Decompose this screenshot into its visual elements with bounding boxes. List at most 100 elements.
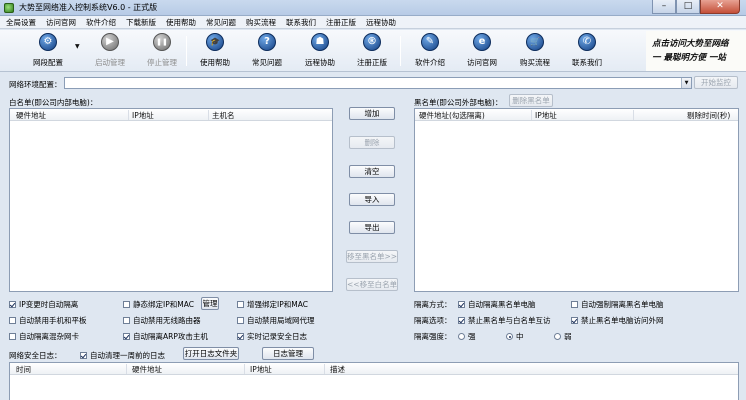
banner-line-1: 点击访问大势至网络 [652, 39, 729, 49]
menu-visit-website[interactable]: 访问官网 [46, 17, 76, 28]
app-logo-icon [4, 2, 14, 13]
disable-wifi-router-checkbox[interactable]: 自动禁用无线路由器 [123, 315, 201, 326]
visit-website-label: 访问官网 [467, 58, 497, 67]
strength-medium-radio[interactable]: 中 [506, 331, 524, 342]
menu-download-new[interactable]: 下载新版 [126, 17, 156, 28]
move-to-blacklist-button[interactable]: 移至黑名单>> [346, 250, 398, 263]
chevron-down-icon[interactable]: ▼ [681, 78, 691, 88]
col-description[interactable]: 描述 [330, 364, 345, 375]
isolate-multi-nic-checkbox[interactable]: 自动隔离混杂网卡 [9, 331, 79, 342]
blacklist-label: 黑名单(即公司外部电脑)： [414, 98, 503, 107]
delete-button[interactable]: 删除 [349, 136, 395, 149]
option-label: 自动隔离ARP攻击主机 [133, 332, 208, 341]
col-hostname[interactable]: 主机名 [212, 110, 235, 121]
col-mac[interactable]: 硬件地址 [16, 110, 46, 121]
menu-contact[interactable]: 联系我们 [286, 17, 316, 28]
menu-purchase[interactable]: 购买流程 [246, 17, 276, 28]
software-intro-button[interactable]: ✎ 软件介绍 [404, 33, 456, 68]
contact-icon: ✆ [578, 33, 596, 51]
contact-button[interactable]: ✆ 联系我们 [561, 33, 613, 68]
isolate-arp-checkbox[interactable]: 自动隔离ARP攻击主机 [123, 331, 208, 342]
strength-strong-radio[interactable]: 强 [458, 331, 476, 342]
export-button[interactable]: 导出 [349, 221, 395, 234]
visit-website-button[interactable]: e 访问官网 [456, 33, 508, 68]
remote-assist-button[interactable]: ☗ 远程协助 [294, 33, 346, 68]
purchase-label: 购买流程 [520, 58, 550, 67]
close-button[interactable]: ✕ [700, 0, 740, 14]
manage-binding-button[interactable]: 管理 [201, 297, 219, 310]
start-management-button[interactable]: ▶ 启动管理 [84, 33, 136, 68]
network-env-select[interactable]: ▼ [64, 77, 692, 89]
static-bind-checkbox[interactable]: 静态绑定IP和MAC [123, 299, 194, 310]
ip-change-isolate-checkbox[interactable]: IP变更时自动隔离 [9, 299, 78, 310]
menu-software-intro[interactable]: 软件介绍 [86, 17, 116, 28]
maximize-button[interactable]: □ [676, 0, 700, 14]
option-label: 静态绑定IP和MAC [133, 300, 194, 309]
menu-help[interactable]: 使用帮助 [166, 17, 196, 28]
log-table[interactable]: 时间 硬件地址 IP地址 描述 [9, 362, 739, 400]
enhanced-bind-checkbox[interactable]: 增强绑定IP和MAC [237, 299, 308, 310]
banner-line-2: 一 最聪明方便 一站 [652, 53, 726, 63]
forbid-black-white-checkbox[interactable]: 禁止黑名单与白名单互访 [458, 315, 551, 326]
delete-blacklist-button[interactable]: 删除黑名单 [509, 94, 553, 107]
stop-management-button[interactable]: ❚❚ 停止管理 [136, 33, 188, 68]
menu-register[interactable]: 注册正版 [326, 17, 356, 28]
promo-banner[interactable]: 点击访问大势至网络 一 最聪明方便 一站 [646, 31, 746, 71]
option-label: 增强绑定IP和MAC [247, 300, 308, 309]
option-label: 禁止黑名单电脑访问外网 [581, 316, 664, 325]
option-label: 实时记录安全日志 [247, 332, 307, 341]
col-ip[interactable]: IP地址 [250, 364, 272, 375]
network-config-label: 网段配置 [33, 58, 63, 67]
col-ip[interactable]: IP地址 [132, 110, 154, 121]
toolbar-separator [400, 36, 401, 66]
start-monitor-button[interactable]: 开始监控 [694, 76, 738, 89]
minimize-button[interactable]: – [652, 0, 676, 14]
move-to-whitelist-button[interactable]: <<移至白名单 [346, 278, 398, 291]
whitelist-label: 白名单(即公司内部电脑)： [9, 98, 98, 107]
ie-icon: e [473, 33, 491, 51]
disable-mobile-checkbox[interactable]: 自动禁用手机和平板 [9, 315, 87, 326]
isolation-strength-label: 隔离强度： [414, 332, 452, 341]
menu-faq[interactable]: 常见问题 [206, 17, 236, 28]
auto-isolate-black-checkbox[interactable]: 自动隔离黑名单电脑 [458, 299, 536, 310]
add-button[interactable]: 增加 [349, 107, 395, 120]
window-controls: – □ ✕ [652, 0, 740, 14]
option-label: 中 [516, 332, 524, 341]
isolation-options-label: 隔离选项： [414, 316, 452, 325]
register-button[interactable]: ® 注册正版 [346, 33, 398, 68]
open-log-folder-button[interactable]: 打开日志文件夹 [183, 347, 239, 360]
auto-clear-log-checkbox[interactable]: 自动清理一周前的日志 [80, 350, 165, 361]
col-time[interactable]: 时间 [16, 364, 31, 375]
faq-button[interactable]: ? 常见问题 [241, 33, 293, 68]
disable-lan-proxy-checkbox[interactable]: 自动禁用局域网代理 [237, 315, 315, 326]
purchase-button[interactable]: 🛒 购买流程 [509, 33, 561, 68]
network-config-button[interactable]: ⚙ 网段配置 [22, 33, 74, 68]
col-kick-time[interactable]: 剔除时间(秒) [687, 110, 730, 121]
option-label: 禁止黑名单与白名单互访 [468, 316, 551, 325]
remote-assist-icon: ☗ [311, 33, 329, 51]
import-button[interactable]: 导入 [349, 193, 395, 206]
col-mac[interactable]: 硬件地址 [132, 364, 162, 375]
menu-remote-assist[interactable]: 远程协助 [366, 17, 396, 28]
help-label: 使用帮助 [200, 58, 230, 67]
contact-label: 联系我们 [572, 58, 602, 67]
col-ip[interactable]: IP地址 [535, 110, 557, 121]
question-icon: ? [258, 33, 276, 51]
strength-weak-radio[interactable]: 弱 [554, 331, 572, 342]
log-manage-button[interactable]: 日志管理 [262, 347, 314, 360]
option-label: IP变更时自动隔离 [19, 300, 79, 309]
forbid-black-internet-checkbox[interactable]: 禁止黑名单电脑访问外网 [571, 315, 664, 326]
col-mac-isolate[interactable]: 硬件地址(勾选隔离) [419, 110, 485, 121]
log-header: 时间 硬件地址 IP地址 描述 [10, 363, 738, 375]
whitelist-table[interactable]: 硬件地址 IP地址 主机名 [9, 108, 333, 292]
menu-global-settings[interactable]: 全局设置 [6, 17, 36, 28]
force-isolate-black-checkbox[interactable]: 自动强制隔离黑名单电脑 [571, 299, 664, 310]
realtime-log-checkbox[interactable]: 实时记录安全日志 [237, 331, 307, 342]
help-button[interactable]: 🎓 使用帮助 [189, 33, 241, 68]
chevron-down-icon[interactable]: ▼ [75, 43, 80, 50]
faq-label: 常见问题 [252, 58, 282, 67]
clear-button[interactable]: 清空 [349, 165, 395, 178]
option-label: 自动隔离黑名单电脑 [468, 300, 536, 309]
blacklist-table[interactable]: 硬件地址(勾选隔离) IP地址 剔除时间(秒) [414, 108, 739, 292]
menu-bar: 全局设置 访问官网 软件介绍 下载新版 使用帮助 常见问题 购买流程 联系我们 … [0, 16, 746, 29]
